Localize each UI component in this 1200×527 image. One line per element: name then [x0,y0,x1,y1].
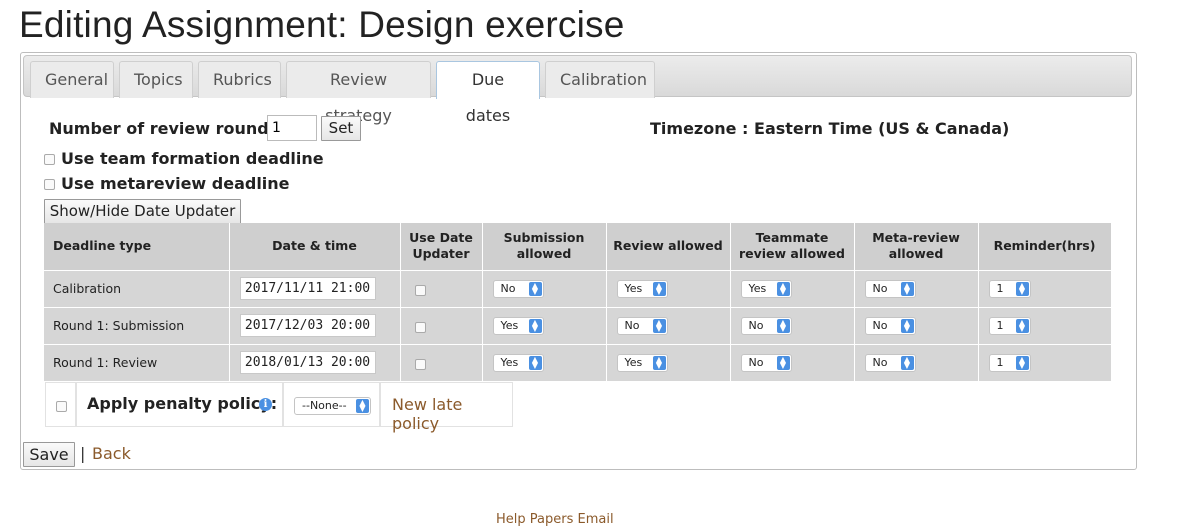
use-date-updater-checkbox[interactable] [414,321,426,333]
penalty-select-cell: --None-- ▲ ▼ [283,382,380,427]
chevron-updown-icon: ▲ ▼ [776,281,790,296]
review-rounds-label: Number of review rounds: [49,119,285,138]
chevron-updown-icon: ▲ ▼ [776,355,790,370]
table-row: Round 1: Submission 2017/12/03 20:00 Yes… [44,306,1112,344]
back-link[interactable]: Back [92,444,131,463]
review-value: No [624,318,640,332]
set-rounds-button[interactable]: Set [321,116,361,141]
chevron-updown-icon: ▲ ▼ [528,355,542,370]
deadline-type-cell: Calibration [44,269,230,307]
assignment-panel: General Topics Rubrics Review strategy D… [20,52,1137,470]
review-rounds-input[interactable] [267,115,317,141]
reminder-value: 1 [996,318,1004,332]
tab-due-dates[interactable]: Due dates [436,61,540,125]
teammate-value: No [748,355,764,369]
teammate-value: Yes [748,281,767,295]
tab-topics[interactable]: Topics [119,61,193,98]
tab-bar: General Topics Rubrics Review strategy D… [23,55,1132,125]
submission-value: No [500,281,516,295]
datetime-input[interactable]: 2017/11/11 21:00 [239,276,376,300]
chevron-updown-icon: ▲ ▼ [652,318,666,333]
header-teammate-review-allowed: Teammate review allowed [730,223,855,270]
submission-select[interactable]: Yes ▲ ▼ [492,353,544,372]
meta-review-value: No [872,355,888,369]
teammate-value: No [748,318,764,332]
tab-calibration[interactable]: Calibration [545,61,655,98]
review-value: Yes [624,281,643,295]
tab-general[interactable]: General [30,61,114,98]
header-use-date-updater: Use Date Updater [400,223,483,270]
chevron-updown-icon: ▲ ▼ [900,281,914,296]
chevron-updown-icon: ▲ ▼ [1015,281,1029,296]
deadline-type-cell: Round 1: Submission [44,306,230,344]
use-date-updater-checkbox[interactable] [414,358,426,370]
chevron-updown-icon: ▲ ▼ [356,399,369,413]
metareview-checkbox[interactable] [44,179,55,190]
chevron-updown-icon: ▲ ▼ [1015,318,1029,333]
team-formation-checkbox[interactable] [44,154,55,165]
chevron-updown-icon: ▲ ▼ [900,355,914,370]
due-dates-table: Deadline type Date & time Use Date Updat… [44,223,1112,381]
table-row: Calibration 2017/11/11 21:00 No ▲ ▼ Yes ▲ ▼ … [44,269,1112,307]
reminder-select[interactable]: 1 ▲ ▼ [988,353,1031,372]
chevron-updown-icon: ▲ ▼ [528,281,542,296]
penalty-label: Apply penalty policy: [87,394,278,413]
chevron-updown-icon: ▲ ▼ [900,318,914,333]
chevron-updown-icon: ▲ ▼ [652,355,666,370]
use-date-updater-checkbox[interactable] [414,284,426,296]
toggle-date-updater-button[interactable]: Show/Hide Date Updater [44,199,241,224]
info-icon[interactable]: i [259,398,272,411]
team-formation-label: Use team formation deadline [61,149,324,168]
tab-rubrics[interactable]: Rubrics [198,61,281,98]
penalty-checkbox-cell [45,382,76,427]
datetime-input[interactable]: 2018/01/13 20:00 [239,350,376,374]
meta-review-value: No [872,281,888,295]
review-select[interactable]: No ▲ ▼ [616,316,668,335]
reminder-select[interactable]: 1 ▲ ▼ [988,316,1031,335]
header-meta-review-allowed: Meta-review allowed [854,223,979,270]
header-reminder: Reminder(hrs) [978,223,1112,270]
deadline-type-cell: Round 1: Review [44,343,230,381]
metareview-label: Use metareview deadline [61,174,290,193]
page-title: Editing Assignment: Design exercise [19,4,625,45]
chevron-updown-icon: ▲ ▼ [652,281,666,296]
teammate-select[interactable]: No ▲ ▼ [740,353,792,372]
tab-review-strategy[interactable]: Review strategy [286,61,431,125]
reminder-value: 1 [996,281,1004,295]
header-date-time: Date & time [229,223,401,270]
review-value: Yes [624,355,643,369]
penalty-policy-value: --None-- [302,399,347,412]
header-review-allowed: Review allowed [606,223,731,270]
penalty-label-cell: Apply penalty policy: i [76,382,283,427]
action-separator: | [80,444,86,463]
header-submission-allowed: Submission allowed [482,223,607,270]
chevron-updown-icon: ▲ ▼ [776,318,790,333]
review-select[interactable]: Yes ▲ ▼ [616,353,668,372]
submission-value: Yes [500,318,519,332]
reminder-select[interactable]: 1 ▲ ▼ [988,279,1031,298]
teammate-select[interactable]: No ▲ ▼ [740,316,792,335]
submission-select[interactable]: No ▲ ▼ [492,279,544,298]
reminder-value: 1 [996,355,1004,369]
review-select[interactable]: Yes ▲ ▼ [616,279,668,298]
datetime-input[interactable]: 2017/12/03 20:00 [239,313,376,337]
submission-value: Yes [500,355,519,369]
teammate-select[interactable]: Yes ▲ ▼ [740,279,792,298]
new-late-policy-link[interactable]: New late policy [392,395,512,433]
new-policy-cell: New late policy [380,382,513,433]
meta-review-select[interactable]: No ▲ ▼ [864,279,916,298]
meta-review-select[interactable]: No ▲ ▼ [864,353,916,372]
meta-review-select[interactable]: No ▲ ▼ [864,316,916,335]
penalty-policy-select[interactable]: --None-- ▲ ▼ [294,397,371,415]
chevron-updown-icon: ▲ ▼ [528,318,542,333]
timezone-label: Timezone : Eastern Time (US & Canada) [650,119,1010,138]
save-button[interactable]: Save [23,442,75,467]
submission-select[interactable]: Yes ▲ ▼ [492,316,544,335]
table-row: Round 1: Review 2018/01/13 20:00 Yes ▲ ▼ Y… [44,343,1112,381]
penalty-checkbox[interactable] [56,401,67,412]
chevron-updown-icon: ▲ ▼ [1015,355,1029,370]
meta-review-value: No [872,318,888,332]
header-deadline-type: Deadline type [44,223,230,270]
